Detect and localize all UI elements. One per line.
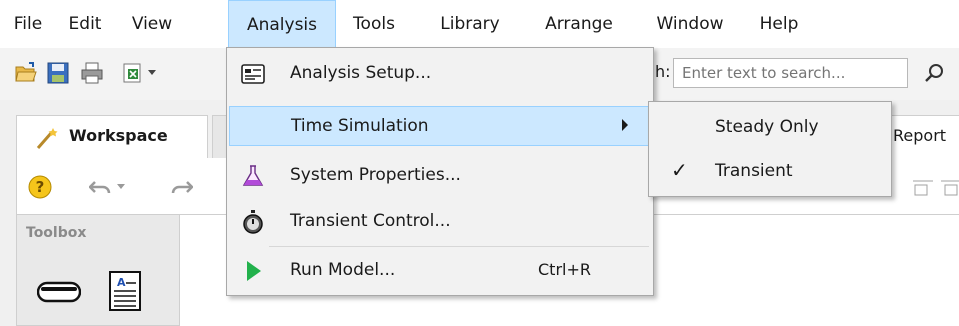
tab-workspace[interactable]: Workspace (16, 115, 208, 158)
menu-item-shortcut: Ctrl+R (538, 260, 591, 279)
menu-separator (269, 246, 649, 247)
menu-item-label: Run Model... (290, 260, 396, 280)
menu-item-run-model[interactable]: Run Model... Ctrl+R (229, 251, 651, 291)
flask-icon (242, 165, 264, 186)
workspace-wand-icon (36, 128, 58, 149)
redo-icon[interactable] (171, 178, 193, 196)
undo-dropdown-icon[interactable] (117, 184, 125, 190)
search-icon[interactable] (924, 62, 946, 84)
toolbox-title: Toolbox (26, 225, 87, 241)
menu-item-analysis-setup[interactable]: Analysis Setup... (229, 54, 651, 94)
align-icon[interactable] (913, 178, 933, 196)
pipe-tool-icon[interactable] (37, 281, 81, 303)
menu-item-system-properties[interactable]: System Properties... (229, 156, 651, 196)
menu-window[interactable]: Window (644, 0, 736, 48)
help-icon[interactable]: ? (27, 174, 53, 200)
stopwatch-icon (243, 210, 263, 234)
print-icon[interactable] (80, 61, 104, 85)
submenu-arrow-icon (622, 119, 628, 131)
annotation-tool-icon[interactable]: A (109, 271, 141, 311)
menu-tools[interactable]: Tools (340, 0, 408, 48)
tab-report-label: Report (893, 126, 947, 145)
svg-text:?: ? (36, 178, 45, 196)
export-icon[interactable] (122, 61, 146, 85)
save-icon[interactable] (46, 61, 70, 85)
open-folder-icon[interactable] (14, 61, 38, 85)
submenu-item-label: Steady Only (715, 117, 819, 137)
toolbox-panel: Toolbox A (16, 214, 180, 326)
menu-library[interactable]: Library (430, 0, 510, 48)
search-input[interactable] (673, 58, 908, 88)
menu-view[interactable]: View (122, 0, 182, 48)
align-icon-2[interactable] (941, 178, 959, 196)
menu-item-label: Analysis Setup... (290, 63, 432, 83)
time-simulation-submenu: Steady Only ✓ Transient (648, 101, 892, 197)
checkmark-icon: ✓ (671, 158, 688, 182)
menu-arrange[interactable]: Arrange (532, 0, 626, 48)
search-label: h: (655, 62, 671, 81)
tab-workspace-label: Workspace (69, 126, 168, 145)
chevron-down-icon[interactable] (148, 70, 156, 76)
undo-icon[interactable] (89, 178, 111, 196)
svg-text:A: A (117, 276, 126, 289)
menu-item-label: Transient Control... (290, 211, 451, 231)
submenu-item-steady-only[interactable]: Steady Only (651, 108, 889, 148)
menu-file[interactable]: File (10, 0, 46, 48)
menu-item-label: Time Simulation (291, 116, 429, 136)
analysis-menu-dropdown: Analysis Setup... Time Simulation System… (226, 47, 654, 296)
submenu-item-transient[interactable]: ✓ Transient (651, 152, 889, 192)
menu-analysis[interactable]: Analysis (228, 0, 336, 48)
menu-item-transient-control[interactable]: Transient Control... (229, 202, 651, 242)
run-icon (247, 261, 261, 281)
menu-edit[interactable]: Edit (60, 0, 110, 48)
tab-report[interactable]: Report (886, 115, 959, 158)
menu-item-label: System Properties... (290, 165, 461, 185)
menu-help[interactable]: Help (752, 0, 806, 48)
menu-item-time-simulation[interactable]: Time Simulation (229, 106, 651, 146)
analysis-setup-icon (241, 64, 265, 84)
submenu-item-label: Transient (715, 161, 793, 181)
menu-bar: File Edit View Analysis Tools Library Ar… (0, 0, 959, 48)
